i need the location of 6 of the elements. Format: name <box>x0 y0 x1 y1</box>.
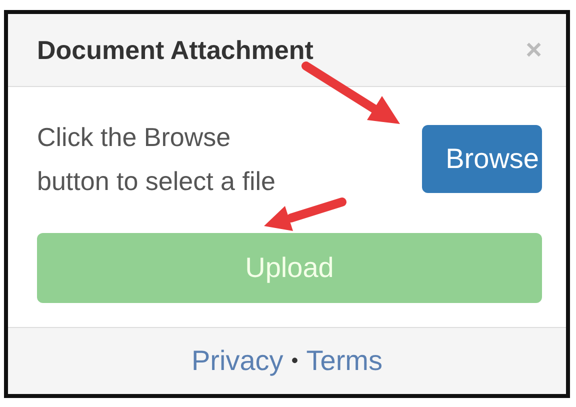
footer-link[interactable]: Terms <box>306 345 383 377</box>
browse-button[interactable]: Browse <box>422 125 542 193</box>
separator-dot: • <box>291 350 298 372</box>
instruction-text: Click the Browse button to select a file <box>37 121 276 198</box>
dialog-title: Document Attachment <box>37 34 314 66</box>
footer-link[interactable]: Privacy <box>191 345 284 377</box>
